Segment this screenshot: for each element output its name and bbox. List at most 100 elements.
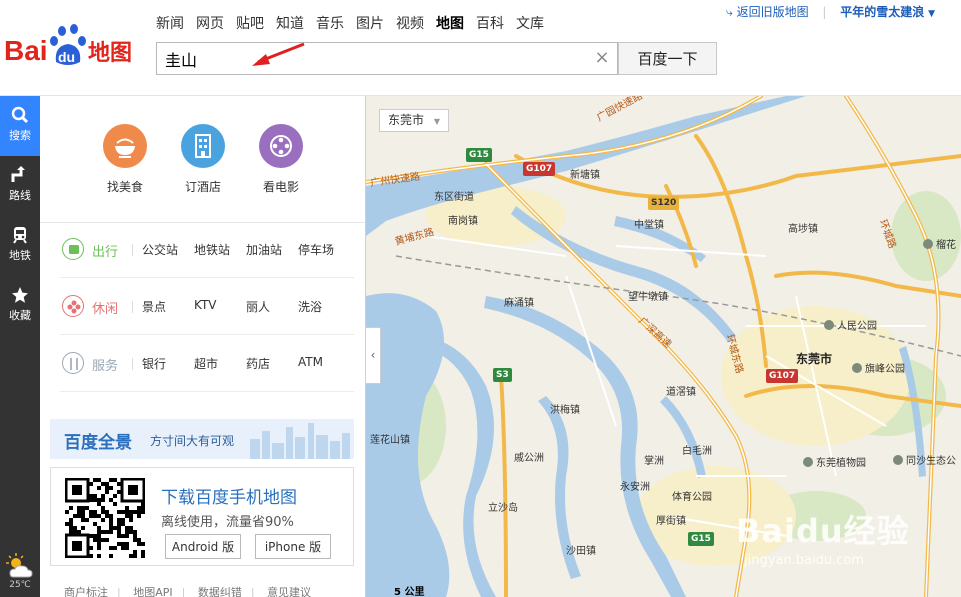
map-label[interactable]: 麻涌镇 xyxy=(504,294,534,309)
sidebar-item-search[interactable]: 搜索 xyxy=(0,96,40,156)
category-link[interactable]: 公交站 xyxy=(142,241,178,258)
highway-shield: S120 xyxy=(648,196,680,210)
nav-link[interactable]: 贴吧 xyxy=(236,13,264,33)
map-label[interactable]: 厚街镇 xyxy=(656,512,686,527)
map-label-dongguan[interactable]: 东莞市 xyxy=(796,350,832,367)
svg-text:Bai: Bai xyxy=(4,35,48,66)
quick-food-button[interactable]: 找美食 xyxy=(95,124,155,195)
map-label[interactable]: 东区街道 xyxy=(434,188,474,203)
nav-link[interactable]: 音乐 xyxy=(316,13,344,33)
header: Bai du 地图 新闻网页贴吧知道音乐图片视频地图百科文库 × 百度一下 ⤷ … xyxy=(0,0,961,96)
map-canvas[interactable]: 东莞市 ▼ G15 G107 S120 S3 G107 G15 东莞市 新塘镇 … xyxy=(366,96,961,597)
nav-link[interactable]: 视频 xyxy=(396,13,424,33)
panorama-banner[interactable]: 百度全景 方寸间大有可观 xyxy=(50,419,354,459)
footer-link[interactable]: 地图API xyxy=(133,586,172,597)
nav-link[interactable]: 网页 xyxy=(196,13,224,33)
map-label[interactable]: 望牛墩镇 xyxy=(628,288,668,303)
bus-icon xyxy=(62,238,84,260)
android-download-button[interactable]: Android 版 xyxy=(165,534,241,559)
flower-icon xyxy=(62,295,84,317)
map-label[interactable]: 掌洲 xyxy=(644,452,664,467)
search-box: × xyxy=(156,42,618,75)
map-label-poi[interactable]: 榴花 xyxy=(923,236,956,251)
search-input[interactable] xyxy=(157,43,587,74)
category-link[interactable]: 超市 xyxy=(194,355,218,372)
park-icon xyxy=(923,239,933,249)
category-link[interactable]: 加油站 xyxy=(246,241,282,258)
category-link[interactable]: ATM xyxy=(298,355,323,369)
map-label[interactable]: 沙田镇 xyxy=(566,542,596,557)
sidebar-item-subway[interactable]: 地铁 xyxy=(0,216,40,276)
nav-link[interactable]: 图片 xyxy=(356,13,384,33)
category-head: 服务 xyxy=(60,352,133,376)
sidebar-item-label: 收藏 xyxy=(9,309,31,322)
city-selector[interactable]: 东莞市 ▼ xyxy=(379,109,449,132)
category-row-leisure: 休闲 景点 KTV 丽人 洗浴 xyxy=(60,279,354,335)
category-link[interactable]: 丽人 xyxy=(246,298,270,315)
nav-link[interactable]: 新闻 xyxy=(156,13,184,33)
panel-collapse-button[interactable]: ‹ xyxy=(366,327,381,384)
nav-link[interactable]: 文库 xyxy=(516,13,544,33)
map-scale: 5 公里 xyxy=(394,587,425,597)
weather-temp: 25℃ xyxy=(9,580,31,590)
map-label[interactable]: 南岗镇 xyxy=(448,212,478,227)
baidu-map-logo[interactable]: Bai du 地图 xyxy=(4,22,144,72)
clear-icon[interactable]: × xyxy=(593,49,611,67)
park-icon xyxy=(893,455,903,465)
map-label[interactable]: 白毛洲 xyxy=(682,442,712,457)
category-link[interactable]: 银行 xyxy=(142,355,166,372)
map-label-poi[interactable]: 同沙生态公 xyxy=(893,452,956,467)
iphone-download-button[interactable]: iPhone 版 xyxy=(255,534,331,559)
quick-movie-button[interactable]: 看电影 xyxy=(251,124,311,195)
top-nav: 新闻 网页 贴吧 知道 音乐 图片 视频 地图 百科 文库 xyxy=(156,13,556,33)
chevron-down-icon[interactable]: ▼ xyxy=(928,9,935,19)
map-label[interactable]: 高埗镇 xyxy=(788,220,818,235)
weather-widget[interactable]: 25℃ xyxy=(0,548,40,597)
old-version-link[interactable]: 返回旧版地图 xyxy=(737,5,809,19)
nav-link[interactable]: 知道 xyxy=(276,13,304,33)
category-link[interactable]: 药店 xyxy=(246,355,270,372)
map-label[interactable]: 洪梅镇 xyxy=(550,401,580,416)
map-label[interactable]: 新塘镇 xyxy=(570,166,600,181)
quick-label: 找美食 xyxy=(106,180,143,194)
map-label-poi[interactable]: 旗峰公园 xyxy=(852,360,905,375)
sidebar-item-route[interactable]: 路线 xyxy=(0,156,40,216)
qr-code-icon xyxy=(65,478,145,558)
divider xyxy=(132,358,133,370)
baidu-map-app: Bai du 地图 新闻网页贴吧知道音乐图片视频地图百科文库 × 百度一下 ⤷ … xyxy=(0,0,961,597)
search-button[interactable]: 百度一下 xyxy=(618,42,717,75)
annotation-arrow-icon xyxy=(252,42,305,66)
map-label[interactable]: 道滘镇 xyxy=(666,383,696,398)
panorama-title: 百度全景 xyxy=(64,433,132,453)
category-link[interactable]: 洗浴 xyxy=(298,298,322,315)
map-label[interactable]: 戚公洲 xyxy=(514,449,544,464)
route-icon xyxy=(11,166,25,182)
app-download-desc: 离线使用，流量省90% xyxy=(161,515,294,530)
nav-link[interactable]: 百科 xyxy=(476,13,504,33)
map-label[interactable]: 中堂镇 xyxy=(634,216,664,231)
map-label[interactable]: 莲花山镇 xyxy=(370,431,410,446)
footer-link[interactable]: 数据纠错 xyxy=(198,586,242,597)
sidebar-item-favorites[interactable]: 收藏 xyxy=(0,276,40,336)
highway-shield: G107 xyxy=(523,162,556,176)
quick-hotel-button[interactable]: 订酒店 xyxy=(173,124,233,195)
category-name: 出行 xyxy=(92,245,119,260)
nav-link[interactable]: 地图 xyxy=(436,13,464,33)
user-name-link[interactable]: 平年的雪太建浪 xyxy=(840,5,924,19)
footer-link[interactable]: 意见建议 xyxy=(267,586,311,597)
map-label[interactable]: 永安洲 xyxy=(620,478,650,493)
footer-link[interactable]: 商户标注 xyxy=(64,586,108,597)
highway-shield: S3 xyxy=(493,368,512,382)
divider: | xyxy=(822,5,827,19)
map-label[interactable]: 立沙岛 xyxy=(488,499,518,514)
map-label-poi[interactable]: 东莞植物园 xyxy=(803,454,866,469)
category-name: 休闲 xyxy=(92,302,119,317)
map-label[interactable]: 体育公园 xyxy=(672,488,712,503)
category-link[interactable]: 地铁站 xyxy=(194,241,230,258)
app-download-title[interactable]: 下载百度手机地图 xyxy=(161,483,297,508)
category-link[interactable]: KTV xyxy=(194,298,216,312)
category-link[interactable]: 停车场 xyxy=(298,241,334,258)
map-label-poi[interactable]: 人民公园 xyxy=(824,317,877,332)
svg-text:地图: 地图 xyxy=(88,41,132,66)
category-link[interactable]: 景点 xyxy=(142,298,166,315)
